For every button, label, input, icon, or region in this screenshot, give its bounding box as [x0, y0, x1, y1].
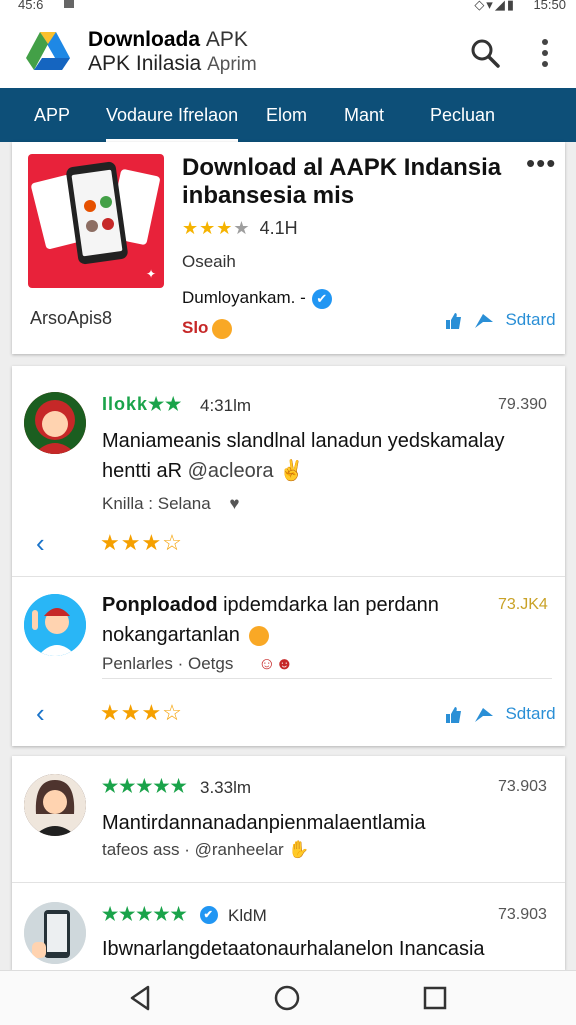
rating-stars: ★★★★ — [182, 218, 251, 238]
rate-stars[interactable]: ★★★☆ — [100, 530, 183, 556]
divider — [102, 678, 552, 679]
review-count: 73.903 — [498, 906, 547, 923]
tab-pecluan[interactable]: Pecluan — [430, 88, 495, 142]
review-text: Ibwnarlangdetaatonaurhalanelon Inancasia — [102, 938, 485, 960]
search-icon[interactable] — [468, 36, 502, 70]
hand-emoji-icon: ✋ — [288, 840, 310, 859]
smiley-emoji-icon — [212, 318, 233, 339]
divider — [12, 882, 565, 883]
share-icon[interactable] — [473, 312, 495, 330]
review-count: 73.JK4 — [498, 596, 548, 613]
tab-featured[interactable]: Vodaure Ifrelaon — [106, 88, 239, 142]
heart-icon[interactable]: ♥ — [229, 494, 239, 513]
review-stars: ★★★★★ ✔ — [102, 904, 218, 925]
developer-name[interactable]: Dumloyankam. - ✔ — [182, 288, 332, 309]
app-logo-icon — [26, 32, 70, 70]
review-time: 3.33lm — [200, 778, 252, 797]
tab-elom[interactable]: Elom — [266, 88, 307, 142]
share-action[interactable]: Sdtard — [444, 310, 556, 330]
app-title: Downloada APK APK Inilasia Aprim — [88, 28, 257, 77]
smiley-emoji-icon — [249, 625, 270, 646]
thumbs-up-icon[interactable] — [444, 706, 462, 724]
review-meta: Knilla : Selana ♥ — [102, 494, 240, 513]
app-subtitle-light: Aprim — [207, 54, 257, 75]
system-nav-bar — [0, 970, 576, 1025]
review-stars: Ilokk★★ — [102, 394, 183, 414]
rating-value: 4.1H — [259, 218, 298, 238]
share-action-label: Sdtard — [505, 310, 556, 329]
review-text: Maniameanis slandlnal lanadun yedskamala… — [102, 430, 505, 482]
reviews-card: Ilokk★★ 4:31lm 79.390 Maniameanis slandl… — [12, 366, 565, 746]
app-name: Download al AAPK Indansia inbansesia mis — [182, 154, 502, 209]
app-screenshot-image: ✦ — [28, 154, 164, 288]
recents-icon[interactable] — [420, 983, 450, 1013]
review-count: 79.390 — [498, 396, 547, 413]
status-time-left: 45:6 — [18, 0, 44, 12]
people-emoji-icon: ☺☻ — [258, 654, 294, 673]
reviewer-avatar[interactable] — [24, 392, 86, 454]
status-time-right: 15:50 — [533, 0, 566, 12]
svg-text:✦: ✦ — [146, 267, 156, 281]
tab-app[interactable]: APP — [34, 88, 70, 142]
notification-icon — [64, 0, 74, 8]
app-publisher-label: ArsoApis8 — [30, 308, 113, 328]
verified-badge-icon: ✔ — [311, 288, 332, 309]
tab-mant[interactable]: Mant — [344, 88, 384, 142]
review-count: 73.903 — [498, 778, 547, 795]
review-stars: ★★★★★ — [102, 776, 188, 796]
rate-stars[interactable]: ★★★☆ — [100, 700, 183, 726]
review-meta: tafeos ass · @ranheelar ✋ — [102, 840, 310, 859]
share-action[interactable]: Sdtard — [444, 704, 556, 724]
status-bar: 45:6 ◇▾◢▮ 15:50 — [0, 0, 576, 14]
back-icon[interactable] — [126, 983, 156, 1013]
divider — [12, 576, 565, 577]
tab-bar: APP Vodaure Ifrelaon Elom Mant Pecluan — [0, 88, 576, 142]
review-time: 4:31lm — [200, 396, 252, 415]
chevron-left-icon[interactable]: ‹ — [36, 698, 45, 729]
reviewer-avatar[interactable] — [24, 774, 86, 836]
featured-app-card[interactable]: ✦ Download al AAPK Indansia inbansesia m… — [12, 142, 565, 354]
reviewer-avatar[interactable] — [24, 902, 86, 964]
review-text: Ponploadod ipdemdarka lan perdann nokang… — [102, 594, 439, 646]
status-icons: ◇▾◢▮ — [474, 0, 516, 12]
reviews-card: ★★★★★ 3.33lm 73.903 Mantirdannanadanpien… — [12, 756, 565, 970]
reviewer-avatar[interactable] — [24, 594, 86, 656]
app-rating: ★★★★ 4.1H — [182, 218, 298, 239]
review-time: KldM — [228, 906, 267, 925]
review-meta: Penlarles · Oetgs ☺☻ — [102, 654, 294, 673]
thumbs-up-icon[interactable] — [444, 312, 462, 330]
share-action-label: Sdtard — [505, 704, 556, 723]
review-text: Mantirdannanadanpienmalaentlamia — [102, 812, 426, 834]
app-title-main: Downloada — [88, 28, 201, 51]
share-icon[interactable] — [473, 706, 495, 724]
card-more-icon[interactable]: ••• — [526, 148, 556, 179]
app-subtitle-main: APK Inilasia — [88, 52, 202, 75]
home-icon[interactable] — [272, 983, 302, 1013]
hand-emoji-icon: ✌ — [279, 460, 304, 482]
more-vert-icon[interactable] — [530, 36, 560, 70]
app-title-light: APK — [205, 28, 248, 51]
chevron-left-icon[interactable]: ‹ — [36, 528, 45, 559]
app-bar: Downloada APK APK Inilasia Aprim — [0, 14, 576, 88]
app-badge: Slo — [182, 318, 233, 339]
verified-badge-icon: ✔ — [199, 906, 218, 925]
app-category: Oseaih — [182, 252, 236, 271]
